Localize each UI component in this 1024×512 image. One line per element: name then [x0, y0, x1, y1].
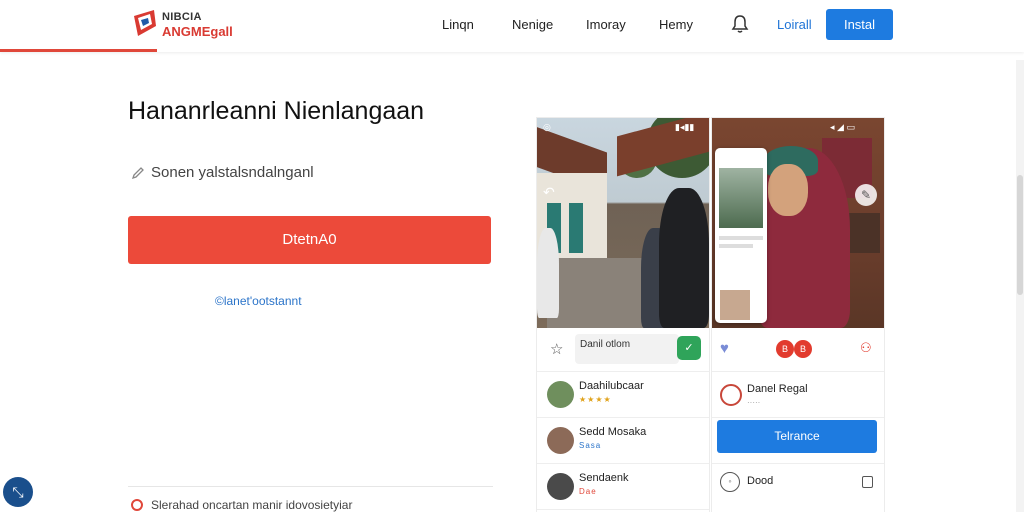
floating-action-button[interactable]: ⤡ — [3, 477, 33, 507]
status-signal-icon: ◂ ◢ ▭ — [830, 122, 855, 132]
mini-phone-shape — [715, 148, 767, 323]
notification-badge[interactable]: B — [776, 340, 794, 358]
pencil-icon — [131, 167, 144, 180]
contact-sub: Dae — [579, 487, 597, 496]
bottom-label: Dood — [747, 475, 774, 487]
install-button[interactable]: Instal — [826, 9, 893, 40]
comment-chip[interactable]: Danil otlom — [575, 334, 679, 364]
circle-icon[interactable]: ◦ — [720, 472, 740, 492]
nav-link-3[interactable]: Imoray — [586, 17, 626, 32]
mini-line-shape — [719, 236, 763, 240]
top-navbar: NIBCIA ANGMEgall Linqn Nenige Imoray Hem… — [0, 0, 1024, 52]
contact-name: Daahilubcaar — [579, 380, 644, 392]
nav-link-2[interactable]: Nenige — [512, 17, 553, 32]
mini-thumb-shape — [720, 290, 750, 320]
person-shape — [659, 188, 709, 328]
contact-name: Sedd Mosaka — [579, 426, 647, 438]
login-link[interactable]: Loirall — [777, 17, 812, 32]
alert-icon[interactable]: ⚇ — [860, 340, 872, 356]
avatar — [547, 427, 574, 454]
person-shape — [537, 228, 559, 318]
bottom-row: ◦ Dood — [712, 463, 884, 503]
contact-name: Sendaenk — [579, 472, 629, 484]
heart-icon[interactable]: ♥ — [720, 340, 729, 357]
reaction-row: ♥ B B ⚇ — [712, 328, 884, 372]
hero-subtitle: Sonen yalstalsndalnganl — [151, 164, 314, 181]
avatar — [547, 473, 574, 500]
door-shape — [569, 203, 583, 253]
hero-title: Hananrleanni Nienlangaan — [128, 97, 425, 125]
profile-sub: ····· — [747, 398, 761, 407]
secondary-link[interactable]: ©lanet'ootstannt — [215, 294, 302, 308]
contact-rating: ★★★★ — [579, 395, 612, 404]
star-outline-icon[interactable]: ☆ — [550, 340, 563, 358]
face-shape — [768, 164, 808, 216]
mini-photo-shape — [719, 168, 763, 228]
portrait-photo: ◂ ◢ ▭ ✎ — [712, 118, 884, 328]
chat-icon[interactable]: ✓ — [677, 336, 701, 360]
bookmark-icon[interactable] — [862, 476, 873, 488]
nav-link-4[interactable]: Hemy — [659, 17, 693, 32]
contact-row[interactable]: Sedd Mosaka Sasa — [537, 418, 709, 464]
profile-icon — [720, 384, 742, 406]
footnote-dot-icon — [131, 499, 143, 511]
profile-name: Danel Regal — [747, 383, 808, 395]
status-left-icon: ◎ — [543, 122, 551, 132]
scroll-progress-bar — [0, 49, 157, 52]
follow-button[interactable]: Telrance — [717, 420, 877, 453]
logo-mark-icon — [134, 10, 156, 36]
app-screenshot-left: ◎ ▮◂▮▮ ↶ ☆ Danil otlom ✓ Daahilubcaar ★★… — [537, 118, 709, 512]
brand-logo[interactable]: NIBCIA ANGMEgall — [132, 8, 252, 42]
edit-photo-icon[interactable]: ✎ — [855, 184, 877, 206]
status-signal-icon: ▮◂▮▮ — [675, 122, 695, 132]
page-scrollbar-thumb[interactable] — [1017, 175, 1023, 295]
contact-row[interactable]: Daahilubcaar ★★★★ — [537, 372, 709, 418]
profile-row[interactable]: Danel Regal ····· — [712, 372, 884, 418]
logo-text-top: NIBCIA — [162, 11, 202, 23]
section-divider — [128, 486, 493, 487]
mini-line-shape — [719, 244, 753, 248]
footnote-text: Slerahad oncartan manir idovosietyiar — [151, 498, 353, 512]
app-screenshot-right: ◂ ◢ ▭ ✎ ♥ B B ⚇ Danel Regal ····· Telran… — [712, 118, 884, 512]
contact-row[interactable]: Sendaenk Dae — [537, 464, 709, 510]
logo-text-bottom: ANGMEgall — [162, 24, 233, 39]
nav-link-1[interactable]: Linqn — [442, 17, 474, 32]
action-row: ☆ Danil otlom ✓ — [537, 328, 709, 372]
comment-chip-label: Danil otlom — [580, 339, 631, 350]
badge-pair: B B — [776, 340, 814, 360]
back-arrow-icon[interactable]: ↶ — [543, 184, 555, 201]
village-photo: ◎ ▮◂▮▮ ↶ — [537, 118, 709, 328]
notification-bell-icon[interactable] — [731, 14, 749, 34]
primary-cta-button[interactable]: DtetnA0 — [128, 216, 491, 264]
avatar — [547, 381, 574, 408]
arrow-collapse-icon: ⤡ — [12, 484, 24, 500]
contact-sub: Sasa — [579, 441, 602, 450]
notification-badge[interactable]: B — [794, 340, 812, 358]
